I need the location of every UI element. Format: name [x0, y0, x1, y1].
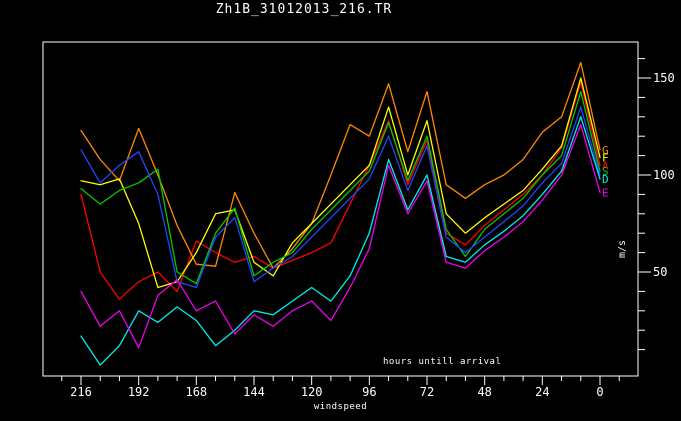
x-tick-label: 168 [185, 385, 207, 399]
series-orange-trace [81, 63, 600, 269]
series-magenta-trace [81, 125, 600, 348]
x-tick-label: 216 [70, 385, 92, 399]
series-cyan-trace [81, 117, 600, 365]
inner-annotation: hours untill arrival [383, 357, 501, 367]
series-green-trace [81, 92, 600, 284]
y-tick-label: 150 [653, 71, 675, 85]
series-end-label-F: F [602, 152, 609, 165]
y-axis-title: m/s [609, 236, 635, 262]
series-blue-trace [81, 107, 600, 287]
x-axis-title: windspeed [0, 402, 681, 412]
y-tick-label: 50 [653, 265, 667, 279]
chart-title: Zh1B_31012013_216.TR [0, 2, 608, 17]
x-tick-label: 24 [535, 385, 549, 399]
x-tick-label: 72 [420, 385, 434, 399]
x-tick-label: 192 [128, 385, 150, 399]
series-end-label-E: E [602, 186, 609, 199]
y-tick-label: 100 [653, 168, 675, 182]
plot-area: 21619216814412096724824050100150AGFSDE [0, 0, 681, 421]
x-tick-label: 144 [243, 385, 265, 399]
chart-window: 21619216814412096724824050100150AGFSDE Z… [0, 0, 681, 421]
x-tick-label: 96 [362, 385, 376, 399]
series-yellow-trace [81, 78, 600, 288]
x-tick-label: 48 [477, 385, 491, 399]
x-tick-label: 0 [596, 385, 603, 399]
series-end-label-D: D [602, 173, 609, 186]
x-tick-label: 120 [301, 385, 323, 399]
